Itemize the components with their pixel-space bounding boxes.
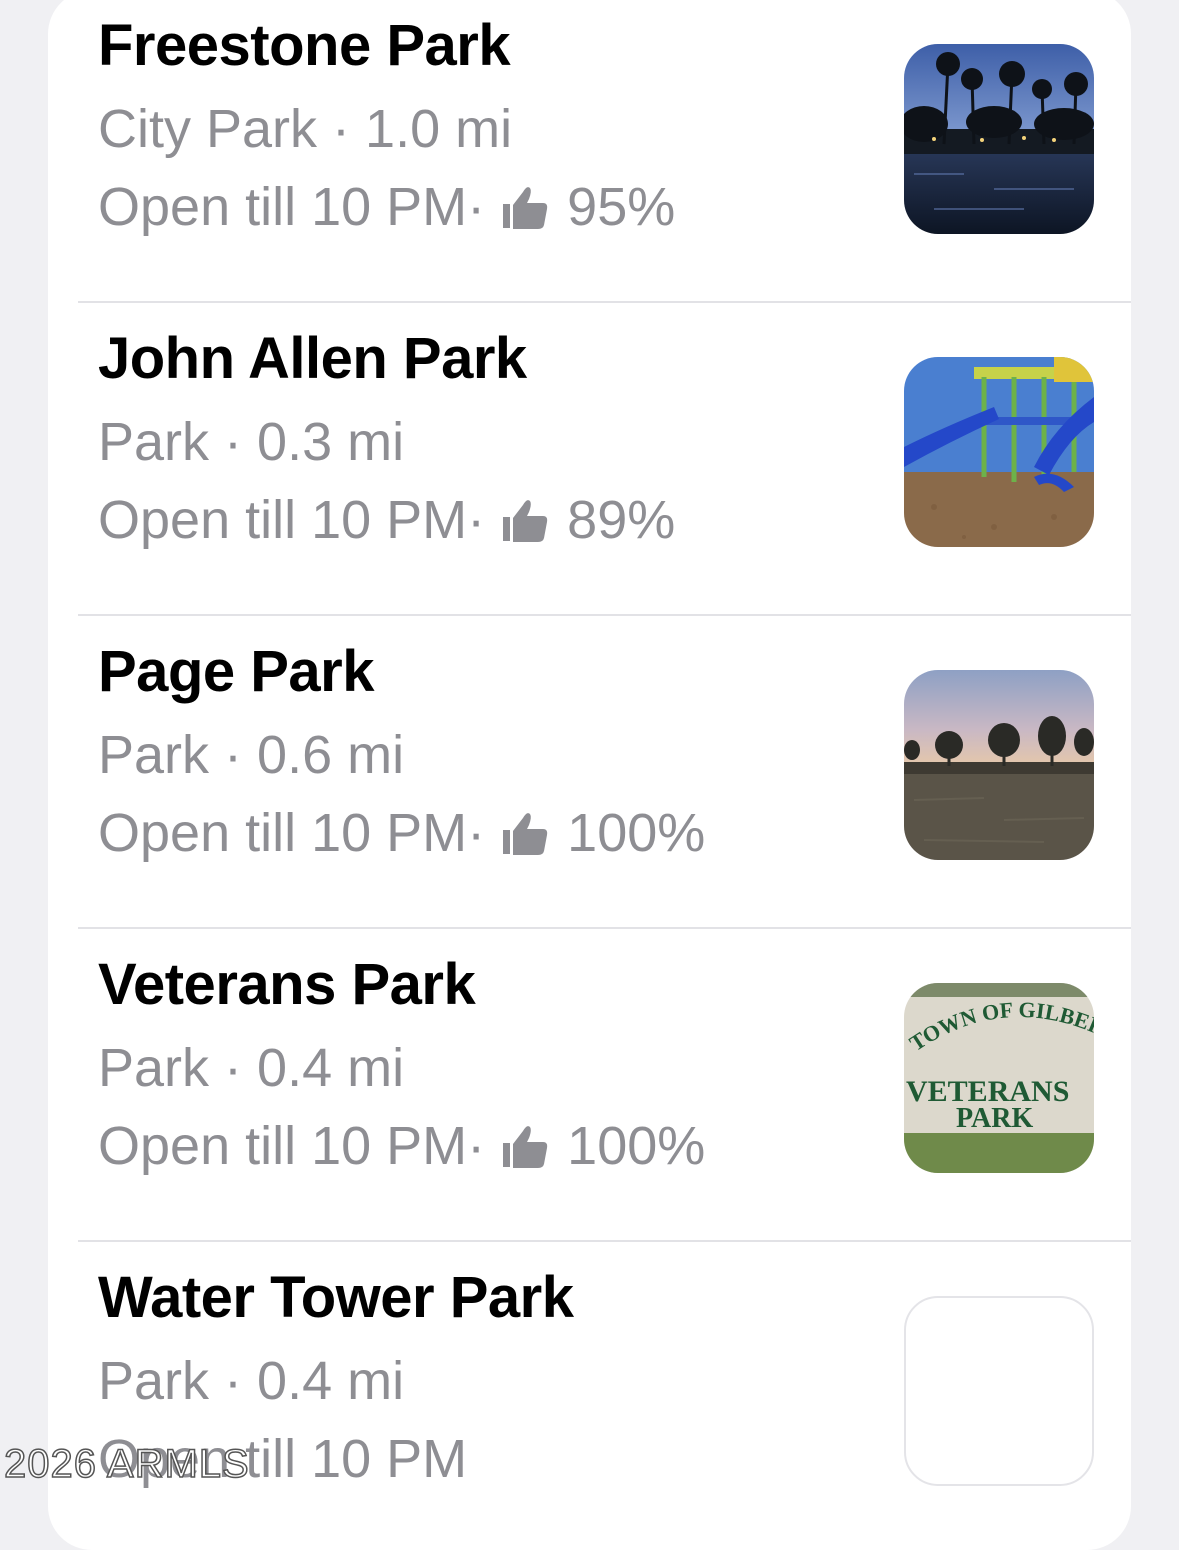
watermark: 2026 ARMLS bbox=[3, 1441, 250, 1487]
place-category: Park bbox=[98, 725, 210, 785]
place-meta: City Park · 1.0 mi bbox=[98, 98, 512, 160]
place-name: Page Park bbox=[98, 639, 375, 704]
place-row-freestone-park[interactable]: Freestone Park City Park · 1.0 mi Open t… bbox=[48, 0, 1131, 303]
place-category: Park bbox=[98, 412, 210, 472]
place-row-page-park[interactable]: Page Park Park · 0.6 mi Open till 10 PM … bbox=[48, 616, 1131, 929]
playground-photo bbox=[904, 357, 1094, 547]
place-name: Veterans Park bbox=[98, 952, 476, 1017]
sign-line2: PARK bbox=[956, 1103, 1033, 1134]
place-meta: Park · 0.4 mi bbox=[98, 1350, 404, 1412]
place-rating: 89% bbox=[567, 490, 676, 550]
empty-thumbnail bbox=[904, 1296, 1094, 1486]
place-category: City Park bbox=[98, 99, 318, 159]
place-status: Open till 10 PM · 100% bbox=[98, 802, 705, 864]
place-meta: Park · 0.3 mi bbox=[98, 411, 404, 473]
place-meta: Park · 0.4 mi bbox=[98, 1037, 404, 1099]
place-distance: 0.4 mi bbox=[257, 1038, 405, 1098]
place-hours: Open till 10 PM bbox=[98, 490, 468, 550]
place-category: Park bbox=[98, 1038, 210, 1098]
place-distance: 1.0 mi bbox=[365, 99, 513, 159]
place-status: Open till 10 PM · 89% bbox=[98, 489, 675, 551]
place-distance: 0.6 mi bbox=[257, 725, 405, 785]
place-hours: Open till 10 PM bbox=[98, 177, 468, 237]
place-distance: 0.4 mi bbox=[257, 1351, 405, 1411]
field-sunset-photo bbox=[904, 670, 1094, 860]
place-hours: Open till 10 PM bbox=[98, 803, 468, 863]
thumbs-up-icon bbox=[503, 813, 548, 855]
sign-photo: TOWN OF GILBERT VETERANS PARK bbox=[904, 983, 1094, 1173]
thumbs-up-icon bbox=[503, 500, 548, 542]
place-category: Park bbox=[98, 1351, 210, 1411]
place-status: Open till 10 PM · 95% bbox=[98, 176, 675, 238]
meta-separator: · bbox=[467, 803, 486, 863]
places-list-card: Freestone Park City Park · 1.0 mi Open t… bbox=[48, 0, 1131, 1550]
meta-separator: · bbox=[467, 177, 486, 237]
lake-palms-photo bbox=[904, 44, 1094, 234]
place-name: John Allen Park bbox=[98, 326, 527, 391]
place-status: Open till 10 PM · 100% bbox=[98, 1115, 705, 1177]
place-name: Freestone Park bbox=[98, 13, 511, 78]
meta-separator: · bbox=[209, 1351, 258, 1411]
place-rating: 100% bbox=[567, 803, 706, 863]
place-distance: 0.3 mi bbox=[257, 412, 405, 472]
meta-separator: · bbox=[467, 490, 486, 550]
meta-separator: · bbox=[209, 725, 258, 785]
meta-separator: · bbox=[467, 1116, 486, 1176]
meta-separator: · bbox=[209, 1038, 258, 1098]
place-row-veterans-park[interactable]: Veterans Park Park · 0.4 mi Open till 10… bbox=[48, 929, 1131, 1242]
place-name: Water Tower Park bbox=[98, 1265, 574, 1330]
place-row-water-tower-park[interactable]: Water Tower Park Park · 0.4 mi Open till… bbox=[48, 1242, 1131, 1550]
place-meta: Park · 0.6 mi bbox=[98, 724, 404, 786]
thumbs-up-icon bbox=[503, 1126, 548, 1168]
place-hours: Open till 10 PM bbox=[98, 1116, 468, 1176]
place-row-john-allen-park[interactable]: John Allen Park Park · 0.3 mi Open till … bbox=[48, 303, 1131, 616]
thumbs-up-icon bbox=[503, 187, 548, 229]
place-rating: 100% bbox=[567, 1116, 706, 1176]
meta-separator: · bbox=[209, 412, 258, 472]
meta-separator: · bbox=[317, 99, 366, 159]
place-rating: 95% bbox=[567, 177, 676, 237]
